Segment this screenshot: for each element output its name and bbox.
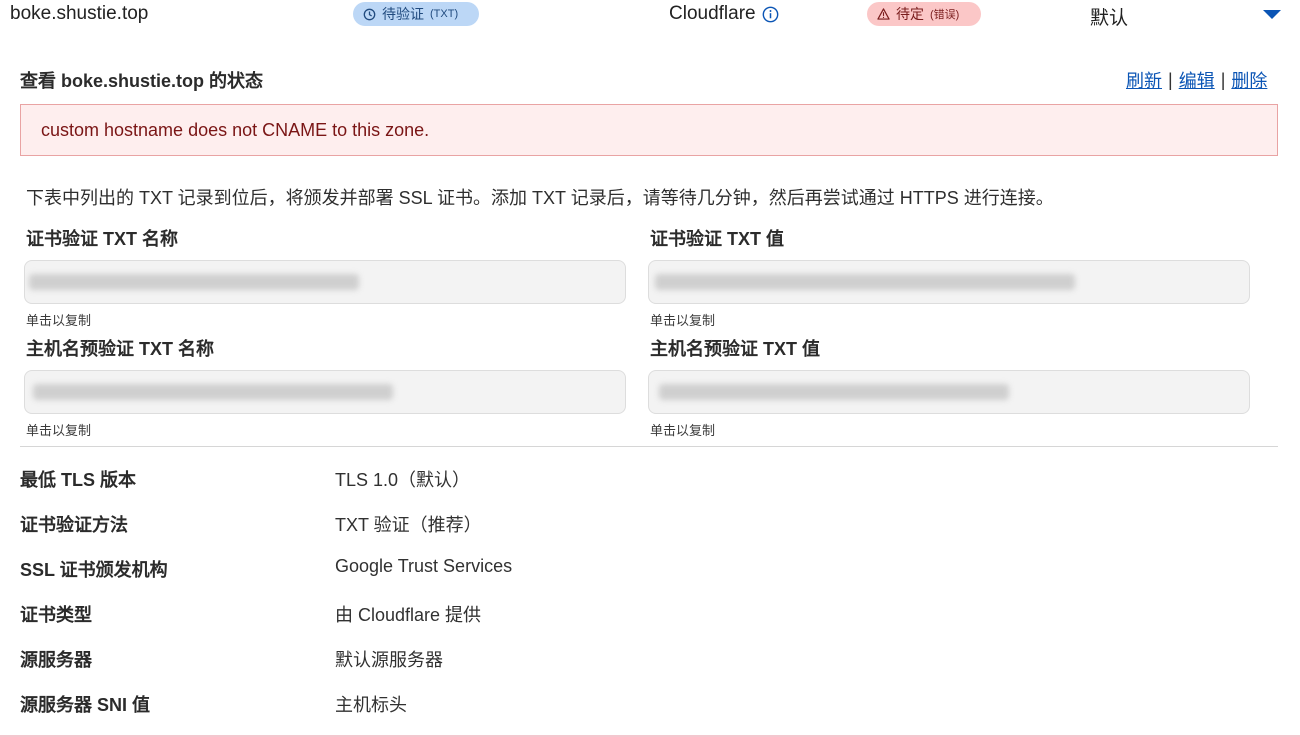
instructions-text: 下表中列出的 TXT 记录到位后，将颁发并部署 SSL 证书。添加 TXT 记录… [26,188,1054,208]
host-txt-value-field[interactable] [648,370,1250,414]
action-separator: | [1220,69,1226,90]
detail-label-origin: 源服务器 [20,650,92,670]
provider: Cloudflare [669,3,779,25]
detail-label-cert-type: 证书类型 [20,605,92,625]
host-txt-value-label: 主机名预验证 TXT 值 [650,339,820,359]
action-separator: | [1168,69,1173,90]
status-badge-label: 待验证 [382,6,424,22]
copy-hint: 单击以复制 [26,423,92,438]
cert-txt-name-label: 证书验证 TXT 名称 [26,229,178,249]
delete-link[interactable]: 删除 [1231,67,1267,93]
section-title: 查看 boke.shustie.top 的状态 [20,71,264,91]
detail-label-tls: 最低 TLS 版本 [20,470,136,490]
detail-value-tls: TLS 1.0（默认） [335,470,471,490]
default-setting: 默认 [1090,8,1129,29]
hostname-row[interactable]: boke.shustie.top 待验证 (TXT) Cloudflare 待定… [0,0,1300,30]
warning-icon [877,8,890,20]
error-banner: custom hostname does not CNAME to this z… [20,104,1278,156]
edit-link[interactable]: 编辑 [1179,67,1215,93]
host-txt-name-field[interactable] [24,370,626,414]
detail-label-validation-method: 证书验证方法 [20,515,128,535]
refresh-link[interactable]: 刷新 [1126,67,1162,93]
cert-txt-value-label: 证书验证 TXT 值 [650,229,784,249]
detail-value-sni: 主机标头 [335,695,407,715]
copy-hint: 单击以复制 [650,423,716,438]
cert-status-label: 待定 [896,6,924,22]
cert-status-badge: 待定 (错误) [867,2,981,26]
host-txt-name-label: 主机名预验证 TXT 名称 [26,339,214,359]
copy-hint: 单击以复制 [650,313,716,328]
chevron-down-icon[interactable] [1263,10,1281,19]
cert-txt-value-field[interactable] [648,260,1250,304]
detail-value-ca: Google Trust Services [335,556,513,576]
action-links: 刷新 | 编辑 | 删除 [1126,67,1267,93]
status-badge-pending: 待验证 (TXT) [353,2,479,26]
detail-value-validation-method: TXT 验证（推荐） [335,515,482,535]
copy-hint: 单击以复制 [26,313,92,328]
section-divider [20,446,1278,447]
hostname-text: boke.shustie.top [10,3,149,24]
detail-label-sni: 源服务器 SNI 值 [20,695,151,715]
cert-status-sub: (错误) [930,9,960,21]
error-message: custom hostname does not CNAME to this z… [41,120,430,140]
provider-name: Cloudflare [669,3,756,24]
status-badge-sub: (TXT) [430,8,459,20]
clock-icon [363,8,376,20]
detail-value-cert-type: 由 Cloudflare 提供 [335,605,482,625]
detail-value-origin: 默认源服务器 [335,650,443,670]
info-icon[interactable] [762,6,779,23]
cert-txt-name-field[interactable] [24,260,626,304]
detail-label-ca: SSL 证书颁发机构 [20,560,168,580]
